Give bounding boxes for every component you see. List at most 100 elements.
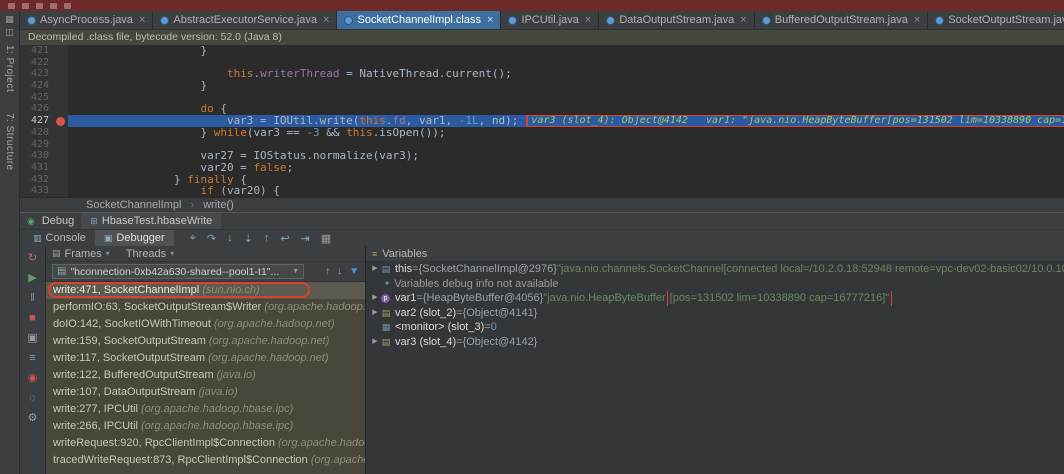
expand-arrow-icon[interactable]: ▶ [370,291,380,306]
view-breakpoints-icon[interactable]: ◉ [28,373,38,384]
frame-row[interactable]: write:159, SocketOutputStream (org.apach… [46,333,365,350]
editor-tab[interactable]: AsyncProcess.java × [20,11,154,29]
step-out-icon[interactable]: ↑ [264,232,270,245]
close-icon[interactable]: × [139,14,145,26]
expand-arrow-icon[interactable]: ▶ [370,335,380,350]
code-text[interactable]: } [68,45,1064,57]
line-number[interactable]: 422 [20,56,54,69]
toolbar-icon-2[interactable] [22,2,29,9]
breakpoint-icon[interactable] [56,116,65,126]
gutter-icon-zone[interactable] [54,91,68,104]
gutter-icon-zone[interactable] [54,115,68,127]
step-into-icon[interactable]: ↓ [227,232,233,245]
resume-icon[interactable]: ▶ [28,273,36,284]
gutter-icon-zone[interactable] [54,68,68,81]
frame-row[interactable]: write:471, SocketChannelImpl (sun.nio.ch… [46,282,365,299]
line-number[interactable]: 433 [20,185,54,197]
line-number[interactable]: 423 [20,68,54,81]
line-number[interactable]: 421 [20,45,54,57]
line-number[interactable]: 425 [20,91,54,104]
frame-row[interactable]: write:107, DataOutputStream (java.io) [46,384,365,401]
breadcrumb-class[interactable]: SocketChannelImpl [86,199,181,211]
evaluate-expression-icon[interactable]: ▦ [321,232,331,245]
code-text[interactable]: var20 = false; [68,162,1064,174]
line-number[interactable]: 426 [20,103,54,116]
frame-row[interactable]: writeRequest:920, RpcClientImpl$Connecti… [46,435,365,452]
frame-row[interactable]: performIO:63, SocketOutputStream$Writer … [46,299,365,316]
close-icon[interactable]: × [740,14,746,26]
frame-row[interactable]: tracedWriteRequest:873, RpcClientImpl$Co… [46,452,365,469]
editor-tab[interactable]: DataOutputStream.java × [599,11,755,29]
variable-row[interactable]: ▶ ▤ var3 (slot_4) = {Object@4142} [366,335,1064,350]
gutter-icon-zone[interactable] [54,103,68,116]
code-text[interactable] [68,57,1064,69]
code-text[interactable]: do { [68,103,1064,115]
code-text[interactable]: } finally { [68,174,1064,186]
variable-row[interactable]: ▶ p var1 = {HeapByteBuffer@4056} "java.nio… [366,291,1064,306]
variable-row[interactable]: ▦ <monitor> (slot_3) = 0 [366,320,1064,335]
drop-frame-icon[interactable]: ↩ [280,232,289,245]
gutter-icon-zone[interactable] [54,185,68,197]
gutter-icon-zone[interactable] [54,161,68,174]
rerun-icon[interactable]: ↻ [28,253,37,264]
thread-dump-icon[interactable]: ▣ [27,333,37,344]
tool-button-structure[interactable]: 7: Structure [4,113,15,171]
show-execution-point-icon[interactable]: ⌖ [190,232,196,245]
frame-row[interactable]: write:117, SocketOutputStream (org.apach… [46,350,365,367]
close-icon[interactable]: × [323,14,329,26]
variable-row[interactable]: ▶ ▤ this = {SocketChannelImpl@2976} "java.… [366,262,1064,277]
step-over-icon[interactable]: ↷ [207,232,216,245]
close-icon[interactable]: × [487,14,493,26]
code-text[interactable]: this.writerThread = NativeThread.current… [68,68,1064,80]
gutter-icon-zone[interactable] [54,80,68,92]
mute-breakpoints-icon[interactable]: ◌ [29,393,36,404]
expand-arrow-icon[interactable]: ▶ [370,262,380,277]
code-text[interactable]: var3 = IOUtil.write(this.fd, var1, -1L, … [68,115,1064,127]
gutter-icon-zone[interactable] [54,150,68,162]
expand-arrow-icon[interactable]: ▶ [370,306,380,321]
gutter-icon-zone[interactable] [54,45,68,57]
previous-frame-icon[interactable]: ↑ [325,266,330,277]
pause-icon[interactable]: ‖ [30,293,35,304]
code-text[interactable]: } [68,80,1064,92]
variable-row[interactable]: ● Variables debug info not available [366,277,1064,292]
gutter-icon-zone[interactable] [54,56,68,69]
tool-button-project[interactable]: 1: Project [4,45,15,92]
code-text[interactable] [68,92,1064,104]
settings-icon[interactable]: ⚙ [28,413,38,424]
frame-row[interactable]: doIO:142, SocketIOWithTimeout (org.apach… [46,316,365,333]
force-step-into-icon[interactable]: ⇣ [244,232,253,245]
gutter-icon-zone[interactable] [54,126,68,139]
breadcrumb-method[interactable]: write() [203,199,234,211]
line-number[interactable]: 427 [20,115,54,127]
line-number[interactable]: 432 [20,173,54,186]
run-to-cursor-icon[interactable]: ⇥ [301,232,310,245]
variable-row[interactable]: ▶ ▤ var2 (slot_2) = {Object@4141} [366,306,1064,321]
tab-debugger[interactable]: ▣ Debugger [94,229,174,247]
frame-row[interactable]: write:122, BufferedOutputStream (java.io… [46,367,365,384]
toolbar-icon-5[interactable] [64,2,71,9]
editor-tab[interactable]: AbstractExecutorService.java × [153,11,338,29]
stop-icon[interactable]: ■ [29,313,36,324]
gutter-icon-zone[interactable] [54,173,68,186]
filter-frames-icon[interactable]: ▼ [349,266,359,277]
tab-console[interactable]: ▥ Console [24,230,95,247]
thread-selector[interactable]: ▤ "hconnection-0xb42a630-shared--pool1-t… [52,264,304,279]
line-number[interactable]: 428 [20,126,54,139]
code-text[interactable]: var27 = IOStatus.normalize(var3); [68,150,1064,162]
close-icon[interactable]: × [914,14,920,26]
frame-row[interactable]: write:277, IPCUtil (org.apache.hadoop.hb… [46,401,365,418]
editor-tab[interactable]: SocketOutputStream.java× [928,11,1064,29]
next-frame-icon[interactable]: ↓ [337,266,342,277]
editor-tab[interactable]: BufferedOutputStream.java × [755,11,929,29]
code-text[interactable] [68,139,1064,151]
close-icon[interactable]: × [585,14,591,26]
tab-frames[interactable]: Frames [65,248,102,260]
code-text[interactable]: } while(var3 == -3 && this.isOpen()); [68,127,1064,139]
line-number[interactable]: 429 [20,138,54,151]
favorites-tool-icon[interactable]: ◫ [5,27,14,37]
gutter-icon-zone[interactable] [54,138,68,151]
toolbar-icon-4[interactable] [50,2,57,9]
debug-session-tab[interactable]: ⊞ HbaseTest.hbaseWrite [81,212,222,230]
project-tool-icon[interactable]: ▦ [5,14,14,24]
